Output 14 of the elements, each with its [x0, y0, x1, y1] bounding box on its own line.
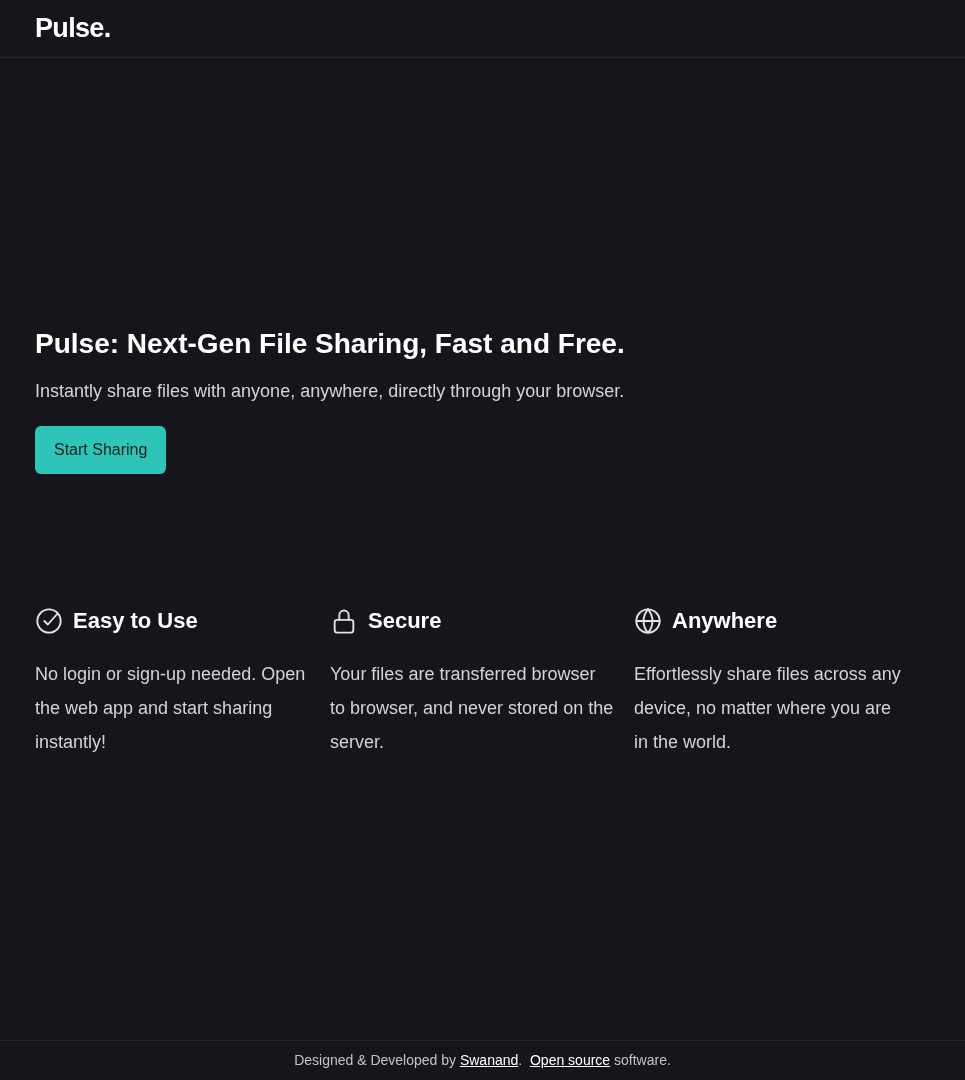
start-sharing-button[interactable]: Start Sharing: [35, 426, 167, 474]
footer-link[interactable]: Open source: [530, 1052, 611, 1068]
feature-description: Effortlessly share files across any device, no matter where you are in the world.: [634, 663, 902, 754]
globe-icon: [634, 607, 662, 635]
hero-subtitle: Instantly share files with anyone, anywhere, directly through your browser.: [35, 380, 626, 403]
logo[interactable]: Pulse.: [35, 8, 111, 49]
feature-description: No login or sign-up needed. Open the web app and start sharing instantly!: [35, 663, 307, 754]
feature-title: Anywhere: [672, 607, 778, 635]
footer-text: Designed & Developed by Swanand. Open source software.: [294, 1051, 671, 1070]
hero-title: Pulse: Next-Gen File Sharing, Fast and Free.: [35, 327, 626, 361]
check-circle-icon: [35, 607, 63, 635]
feature-title: Secure: [368, 607, 442, 635]
feature-title: Easy to Use: [73, 607, 198, 635]
feature-description: Your files are transferred browser to browser, and never stored on the server.: [330, 663, 615, 754]
